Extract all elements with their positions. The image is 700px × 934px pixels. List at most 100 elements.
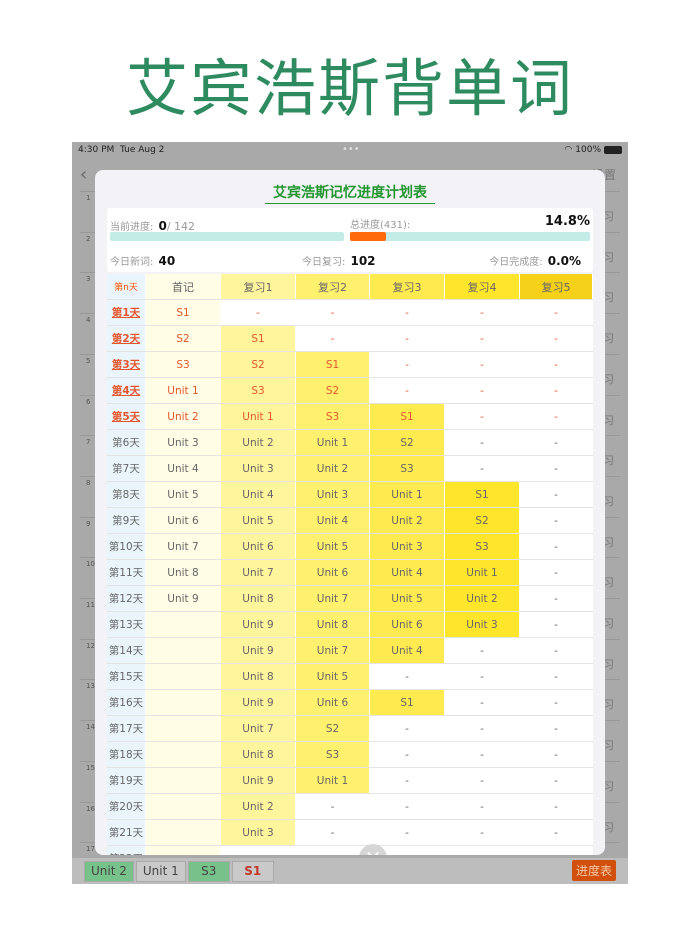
cell: Unit 7: [296, 638, 370, 663]
cell: -: [520, 690, 593, 715]
cell: Unit 6: [370, 612, 445, 637]
progress-table-button[interactable]: 进度表: [571, 860, 616, 881]
cell: Unit 7: [221, 716, 296, 741]
cell: Unit 8: [221, 664, 296, 689]
cell: S3: [146, 352, 221, 377]
cell: [146, 794, 221, 819]
cell: Unit 1: [221, 404, 296, 429]
cell: Unit 9: [221, 690, 296, 715]
cell: -: [445, 456, 520, 481]
cell: Unit 8: [221, 742, 296, 767]
cell: S2: [296, 716, 370, 741]
cell: S1: [146, 300, 221, 325]
day-link[interactable]: 第4天: [107, 378, 146, 403]
day-link: 第20天: [107, 794, 146, 819]
chip-unit2[interactable]: Unit 2: [84, 860, 134, 882]
cell: -: [370, 742, 445, 767]
cell: -: [445, 664, 520, 689]
cell: Unit 3: [296, 482, 370, 507]
cell: S3: [296, 742, 370, 767]
cell: -: [445, 326, 520, 351]
bg-row-number: 16: [86, 804, 95, 813]
today-new-value: 40: [158, 254, 176, 268]
table-row: 第18天 Unit 8 S3- - -: [107, 742, 593, 768]
cell: Unit 8: [221, 586, 296, 611]
table-row: 第6天 Unit 3 Unit 2 Unit 1 S2- -: [107, 430, 593, 456]
day-link: 第22天: [107, 846, 146, 855]
today-new-label: 今日新词:: [110, 257, 154, 268]
day-link[interactable]: 第3天: [107, 352, 146, 377]
cell: S2: [221, 352, 296, 377]
table-row: 第7天 Unit 4 Unit 3 Unit 2 S3- -: [107, 456, 593, 482]
table-row: 第3天 S3 S2 S1- - -: [107, 352, 593, 378]
bg-row-number: 1: [86, 194, 91, 202]
day-link[interactable]: 第5天: [107, 404, 146, 429]
bg-row-number: 14: [86, 723, 95, 732]
chip-s1[interactable]: S1: [231, 860, 274, 882]
cell: -: [445, 638, 520, 663]
bg-row-number: 5: [86, 356, 91, 365]
cell: -: [520, 378, 593, 403]
cell: -: [445, 794, 520, 819]
cell: Unit 1: [445, 560, 520, 585]
cell: -: [296, 794, 370, 819]
cell: Unit 2: [370, 508, 445, 533]
cell: Unit 2: [221, 430, 296, 455]
cell: -: [520, 352, 593, 377]
chip-unit1[interactable]: Unit 1: [135, 860, 186, 882]
cell: -: [370, 378, 445, 403]
schedule-table: 第n天 首记 复习1 复习2 复习3 复习4 复习5 第1天 S1- - - - - 第2天 S2 S1- - -…: [107, 274, 593, 855]
cell: -: [370, 768, 445, 793]
cell: -: [520, 482, 593, 507]
day-link: 第6天: [107, 430, 146, 455]
cell: Unit 4: [221, 482, 296, 507]
total-progress-label: 总进度(431):: [350, 220, 411, 231]
header-cell: 第n天: [107, 274, 146, 299]
table-row: 第2天 S2 S1- - - -: [107, 326, 593, 352]
cell: Unit 3: [370, 534, 445, 559]
battery-percent: 100%: [575, 145, 601, 155]
cell: Unit 2: [146, 404, 221, 429]
cell: -: [520, 586, 593, 611]
cell: -: [520, 794, 593, 819]
battery-icon: [604, 146, 622, 154]
cell: Unit 4: [296, 508, 370, 533]
day-link[interactable]: 第1天: [107, 300, 146, 325]
cell: -: [445, 352, 520, 377]
table-row: 第5天 Unit 2 Unit 1 S3 S1- -: [107, 404, 593, 430]
bg-row-number: 12: [86, 641, 95, 650]
today-done-value: 0.0%: [547, 254, 581, 268]
chip-s3[interactable]: S3: [187, 860, 230, 882]
bg-row-number: 9: [86, 519, 91, 528]
today-review-label: 今日复习:: [302, 257, 346, 268]
cell: -: [520, 716, 593, 741]
table-row: 第10天 Unit 7 Unit 6 Unit 5 Unit 3 S3-: [107, 534, 593, 560]
table-row: 第17天 Unit 7 S2- - -: [107, 716, 593, 742]
cell: Unit 1: [296, 768, 370, 793]
today-review-value: 102: [350, 254, 376, 268]
bg-row-number: 6: [86, 397, 91, 406]
cell: [146, 846, 221, 855]
cell: Unit 1: [146, 378, 221, 403]
cell: Unit 4: [370, 560, 445, 585]
cell: Unit 7: [296, 586, 370, 611]
back-chevron-icon[interactable]: ‹: [80, 164, 87, 185]
modal-title: 艾宾浩斯记忆进度计划表: [265, 182, 435, 204]
cell: -: [445, 404, 520, 429]
total-progress-bar: [350, 232, 590, 241]
day-link[interactable]: 第2天: [107, 326, 146, 351]
cell: Unit 5: [221, 508, 296, 533]
cell: Unit 7: [221, 560, 296, 585]
cell: Unit 3: [445, 612, 520, 637]
multitask-dots-icon[interactable]: •••: [342, 144, 360, 155]
cell: -: [445, 300, 520, 325]
total-progress-value: 14.8%: [544, 214, 590, 229]
header-cell: 复习4: [445, 274, 520, 299]
cell: [146, 716, 221, 741]
table-row: 第1天 S1- - - - -: [107, 300, 593, 326]
cell: Unit 6: [221, 534, 296, 559]
cell: Unit 3: [221, 820, 296, 845]
cell: S3: [221, 378, 296, 403]
cell: -: [370, 664, 445, 689]
cell: Unit 4: [146, 456, 221, 481]
